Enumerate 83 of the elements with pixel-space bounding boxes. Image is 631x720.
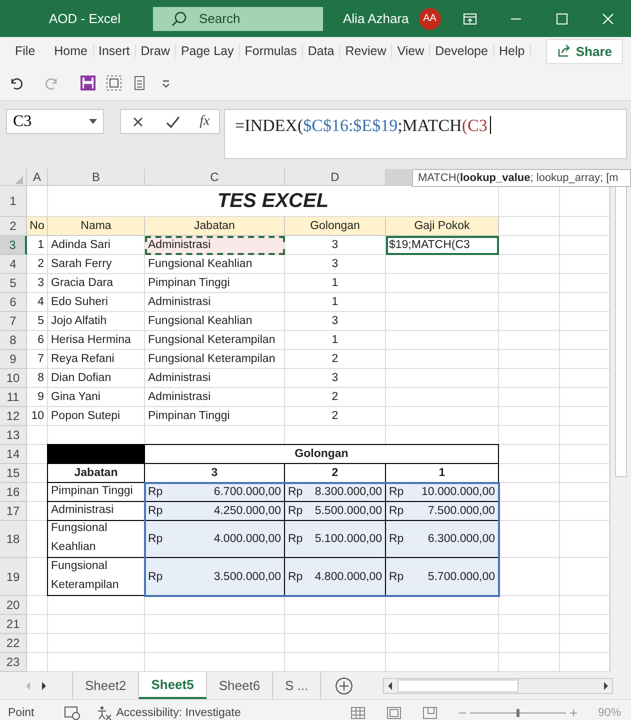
share-button[interactable]: Share <box>546 38 623 64</box>
ribbon-tab[interactable]: Draw <box>136 44 176 58</box>
currency-label: Rp <box>389 505 404 517</box>
amount-value: 4.800.000,00 <box>314 570 382 582</box>
amount-value: 5.500.000,00 <box>314 505 382 517</box>
column-heading: Nama <box>48 217 145 236</box>
row-header[interactable]: 23 <box>0 653 27 672</box>
column-header[interactable]: A <box>27 169 48 186</box>
amount-value: 4.000.000,00 <box>214 533 281 545</box>
currency-label: Rp <box>148 486 163 498</box>
row-header[interactable]: 2 <box>0 217 27 236</box>
search-field[interactable]: Search <box>153 6 323 30</box>
currency-label: Rp <box>148 533 163 545</box>
ribbon-tab[interactable]: Home <box>49 44 94 58</box>
row-header[interactable]: 18 <box>0 521 27 558</box>
row-header[interactable]: 20 <box>0 596 27 615</box>
row-header[interactable]: 12 <box>0 407 27 426</box>
amount-value: 5.100.000,00 <box>314 533 382 545</box>
amount-value: 7.500.000,00 <box>428 505 495 517</box>
row-header[interactable]: 5 <box>0 274 27 293</box>
user-avatar[interactable]: AA <box>418 8 441 30</box>
row-header[interactable]: 22 <box>0 634 27 653</box>
amount-value: 3.500.000,00 <box>214 570 281 582</box>
currency-label: Rp <box>148 505 163 517</box>
row-header[interactable]: 17 <box>0 502 27 521</box>
row-header[interactable]: 16 <box>0 483 27 502</box>
currency-label: Rp <box>288 486 303 498</box>
row-header[interactable]: 10 <box>0 369 27 388</box>
currency-label: Rp <box>389 533 404 545</box>
accessibility-status[interactable]: Accessibility: Investigate <box>116 706 241 718</box>
user-name[interactable]: Alia Azhara <box>343 11 409 26</box>
column-header[interactable]: C <box>145 169 285 186</box>
ribbon-tab[interactable]: Page Lay <box>176 44 240 58</box>
status-mode: Point <box>8 706 34 718</box>
ribbon-tab[interactable]: Help <box>494 44 531 58</box>
column-header[interactable]: D <box>285 169 386 186</box>
ribbon-tab[interactable]: Insert <box>94 44 136 58</box>
currency-label: Rp <box>389 486 404 498</box>
ribbon-tab[interactable]: File <box>10 44 50 58</box>
ribbon-tab[interactable]: Review <box>340 44 392 58</box>
currency-label: Rp <box>389 570 404 582</box>
amount-value: 10.000.000,00 <box>421 486 495 498</box>
row-header[interactable]: 11 <box>0 388 27 407</box>
amount-value: 5.700.000,00 <box>428 570 495 582</box>
function-tooltip: MATCH(lookup_value; lookup_array; [m <box>412 169 631 187</box>
row-header[interactable]: 9 <box>0 350 27 369</box>
row-header[interactable]: 15 <box>0 464 27 483</box>
column-heading: Gaji Pokok <box>386 217 499 236</box>
currency-label: Rp <box>148 570 163 582</box>
column-heading: Jabatan <box>145 217 285 236</box>
column-heading: Golongan <box>285 217 386 236</box>
row-header[interactable]: 19 <box>0 558 27 596</box>
ribbon-tab[interactable]: Develope <box>430 44 494 58</box>
amount-value: 6.700.000,00 <box>214 486 281 498</box>
group-heading: Golongan <box>144 444 499 464</box>
ribbon-tab[interactable]: Data <box>302 44 340 58</box>
amount-value: 6.300.000,00 <box>428 533 495 545</box>
currency-label: Rp <box>288 533 303 545</box>
row-header[interactable]: 14 <box>0 445 27 464</box>
row-header[interactable]: 13 <box>0 426 27 445</box>
insert-function-button[interactable]: fx <box>200 114 210 130</box>
column-header[interactable]: B <box>48 169 145 186</box>
window-title: AOD - Excel <box>49 11 122 26</box>
ribbon-tab[interactable]: View <box>392 44 430 58</box>
cell-editor[interactable]: $19;MATCH(C3 <box>386 236 499 255</box>
table-cell: Administrasi <box>145 236 285 255</box>
formula-field[interactable]: =INDEX($C$16:$E$19;MATCH(C3 <box>224 109 627 159</box>
row-header[interactable]: 8 <box>0 331 27 350</box>
table-cell: Fungsional Keterampilan <box>47 557 145 596</box>
row-header[interactable]: 21 <box>0 615 27 634</box>
row-header[interactable]: 4 <box>0 255 27 274</box>
sheet-tab[interactable]: Sheet5 <box>139 672 207 699</box>
row-header[interactable]: 7 <box>0 312 27 331</box>
name-box[interactable]: C3 <box>6 109 104 134</box>
row-header[interactable]: 1 <box>0 186 27 217</box>
row-header[interactable]: 6 <box>0 293 27 312</box>
row-header[interactable]: 3 <box>0 236 27 255</box>
currency-label: Rp <box>288 505 303 517</box>
amount-value: 4.250.000,00 <box>214 505 281 517</box>
currency-label: Rp <box>288 570 303 582</box>
column-heading: No <box>27 217 48 236</box>
ribbon-tab[interactable]: Formulas <box>240 44 303 58</box>
amount-value: 8.300.000,00 <box>314 486 382 498</box>
